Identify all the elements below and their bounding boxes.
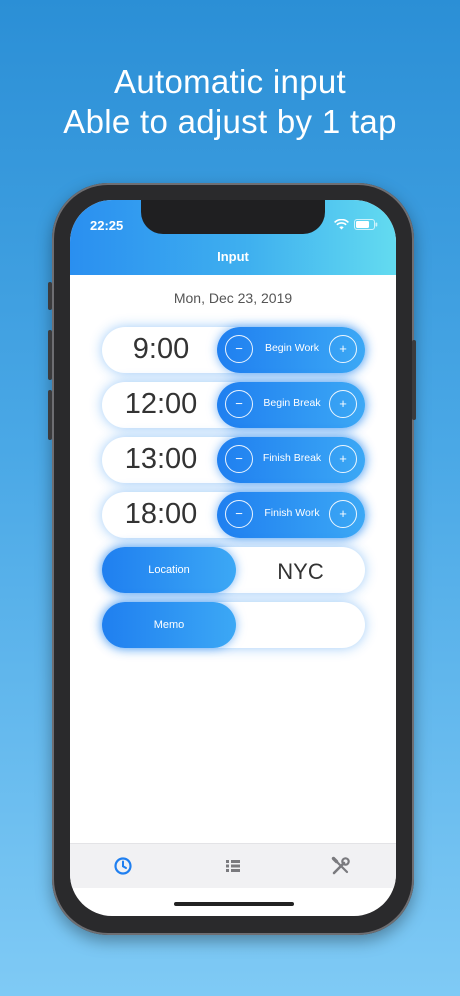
home-indicator [174,902,294,906]
headline-line-2: Able to adjust by 1 tap [63,103,397,140]
time-row-begin-break: 12:00 − Begin Break + [102,382,365,428]
time-adjust-pill: − Begin Break + [217,382,365,428]
list-icon [226,860,240,872]
location-label: Location [148,564,190,576]
time-value[interactable]: 9:00 [102,333,220,366]
date-label[interactable]: Mon, Dec 23, 2019 [70,290,396,306]
location-row[interactable]: Location NYC [102,547,365,593]
status-icons [334,219,378,230]
phone-volume-down [48,390,52,440]
time-value[interactable]: 18:00 [102,498,220,531]
row-label: Begin Work [264,342,320,354]
decrement-button[interactable]: − [225,335,253,363]
time-adjust-pill: − Begin Work + [217,327,365,373]
location-label-pill[interactable]: Location [102,547,236,593]
decrement-button[interactable]: − [225,390,253,418]
increment-button[interactable]: + [329,390,357,418]
status-time: 22:25 [90,218,124,233]
increment-button[interactable]: + [329,500,357,528]
phone-volume-up [48,330,52,380]
increment-button[interactable]: + [329,335,357,363]
time-adjust-pill: − Finish Break + [217,437,365,483]
phone-silent-switch [48,282,52,310]
decrement-button[interactable]: − [225,445,253,473]
wifi-icon [334,219,349,230]
increment-button[interactable]: + [329,445,357,473]
time-row-finish-work: 18:00 − Finish Work + [102,492,365,538]
tab-settings[interactable] [329,854,353,878]
phone-power-button [412,340,416,420]
headline-line-1: Automatic input [114,63,346,100]
time-value[interactable]: 12:00 [102,388,220,421]
tab-bar [70,843,396,888]
tools-icon [331,856,350,875]
time-adjust-pill: − Finish Work + [217,492,365,538]
app-screen: 22:25 Input Mon, Dec 23, 2019 9:00 − Beg… [70,200,396,916]
clock-icon [114,857,132,875]
time-value[interactable]: 13:00 [102,443,220,476]
memo-row[interactable]: Memo [102,602,365,648]
location-value[interactable]: NYC [236,559,365,585]
decrement-button[interactable]: − [225,500,253,528]
page-title: Input [217,249,249,264]
row-label: Finish Work [264,507,320,519]
row-label: Finish Break [262,452,322,464]
promo-headline: Automatic input Able to adjust by 1 tap [0,62,460,142]
phone-notch [141,200,325,234]
row-label: Begin Break [263,397,321,409]
tab-list[interactable] [221,854,245,878]
memo-label: Memo [153,619,185,631]
memo-label-pill[interactable]: Memo [102,602,236,648]
time-row-begin-work: 9:00 − Begin Work + [102,327,365,373]
time-row-finish-break: 13:00 − Finish Break + [102,437,365,483]
battery-icon [354,219,378,230]
tab-input[interactable] [111,854,135,878]
